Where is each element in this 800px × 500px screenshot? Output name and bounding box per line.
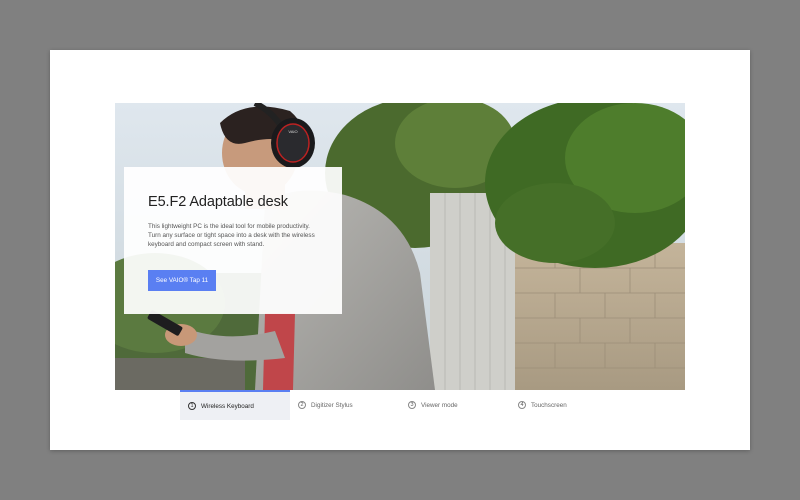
tab-label: Viewer mode — [421, 401, 458, 409]
hero-title: E5.F2 Adaptable desk — [148, 194, 288, 210]
step-number-2: 2 — [298, 401, 306, 409]
feature-tabs: 1 Wireless Keyboard 2 Digitizer Stylus 3… — [180, 390, 620, 420]
tab-label: Touchscreen — [531, 401, 567, 409]
hero-text-panel: E5.F2 Adaptable desk This lightweight PC… — [124, 167, 342, 314]
hero-description: This lightweight PC is the ideal tool fo… — [148, 223, 315, 248]
tab-touchscreen[interactable]: 4 Touchscreen — [510, 390, 620, 420]
headphone-logo: VAIO — [288, 129, 297, 134]
tab-digitizer-stylus[interactable]: 2 Digitizer Stylus — [290, 390, 400, 420]
tab-label: Digitizer Stylus — [311, 401, 353, 409]
tab-wireless-keyboard[interactable]: 1 Wireless Keyboard — [180, 390, 290, 420]
step-number-4: 4 — [518, 401, 526, 409]
step-number-1: 1 — [188, 402, 196, 410]
see-vaio-tap-11-button[interactable]: See VAIO® Tap 11 — [148, 270, 216, 291]
tab-viewer-mode[interactable]: 3 Viewer mode — [400, 390, 510, 420]
tab-label: Wireless Keyboard — [201, 402, 254, 410]
step-number-3: 3 — [408, 401, 416, 409]
